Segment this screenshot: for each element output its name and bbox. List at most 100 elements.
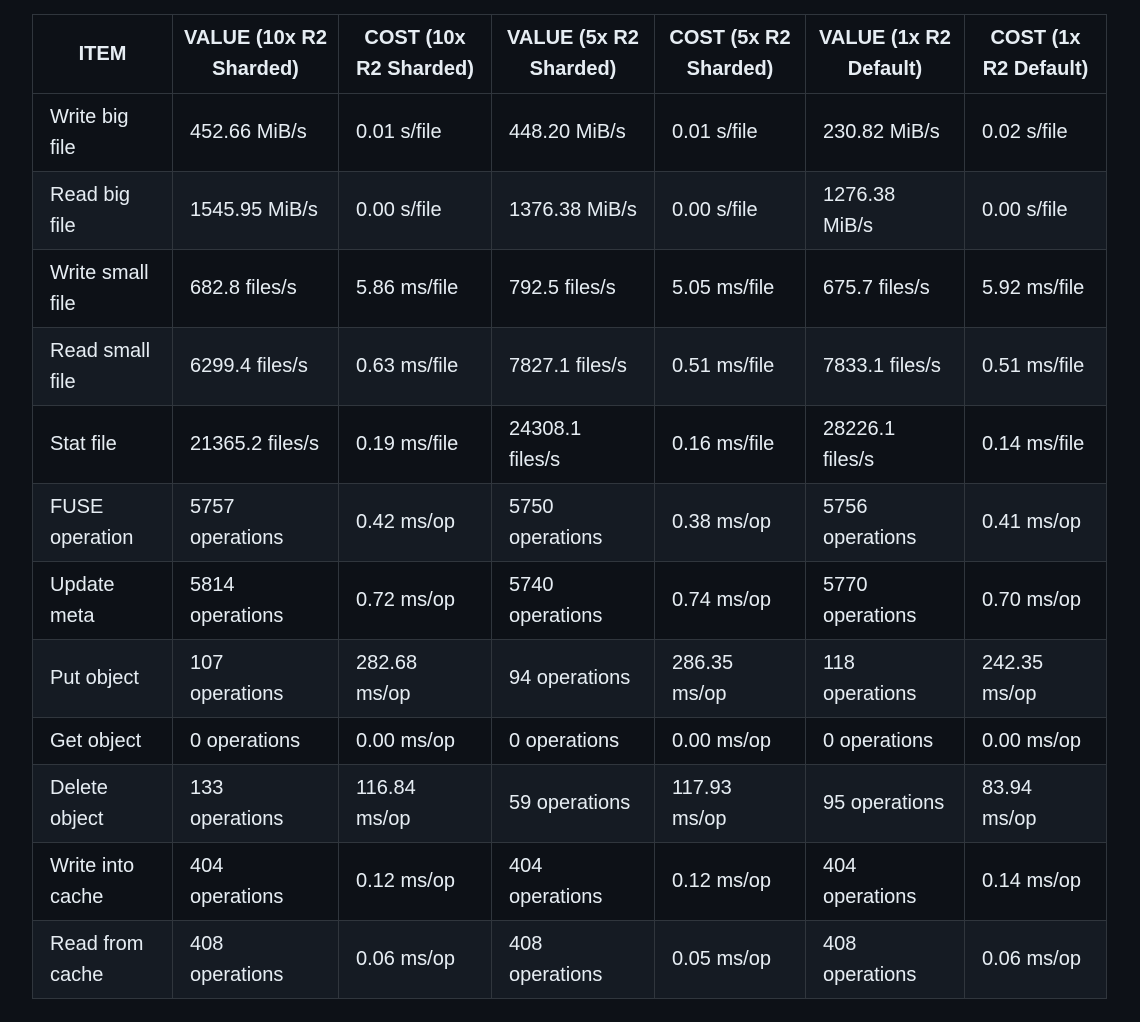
- table-cell-value-5x: 448.20 MiB/s: [491, 93, 655, 172]
- table-row: Write small file 682.8 files/s 5.86 ms/fil…: [32, 249, 1107, 328]
- table-cell-cost-1x: 5.92 ms/file: [964, 249, 1107, 328]
- table-cell-value-1x: 675.7 files/s: [805, 249, 965, 328]
- table-cell-value-10x: 404 operations: [172, 842, 339, 921]
- table-cell-value-1x: 118 operations: [805, 639, 965, 718]
- table-cell-value-1x: 95 operations: [805, 764, 965, 843]
- table-cell-cost-5x: 0.01 s/file: [654, 93, 806, 172]
- table-cell-value-5x: 792.5 files/s: [491, 249, 655, 328]
- table-cell-value-10x: 0 operations: [172, 717, 339, 765]
- table-cell-value-5x: 1376.38 MiB/s: [491, 171, 655, 250]
- table-cell-value-10x: 21365.2 files/s: [172, 405, 339, 484]
- table-row: Read small file 6299.4 files/s 0.63 ms/fil…: [32, 327, 1107, 406]
- table-row: Get object 0 operations 0.00 ms/op 0 operat…: [32, 717, 1107, 765]
- table-cell-item: Put object: [32, 639, 173, 718]
- table-cell-cost-10x: 282.68 ms/op: [338, 639, 492, 718]
- table-cell-cost-10x: 0.00 ms/op: [338, 717, 492, 765]
- table-row: Write big file 452.66 MiB/s 0.01 s/file 448…: [32, 93, 1107, 172]
- table-row: Stat file 21365.2 files/s 0.19 ms/file 2430…: [32, 405, 1107, 484]
- table-cell-cost-5x: 0.51 ms/file: [654, 327, 806, 406]
- table-cell-value-10x: 5757 operations: [172, 483, 339, 562]
- table-cell-cost-5x: 0.16 ms/file: [654, 405, 806, 484]
- table-cell-cost-1x: 0.00 ms/op: [964, 717, 1107, 765]
- table-cell-value-1x: 408 operations: [805, 920, 965, 999]
- table-cell-value-1x: 5770 operations: [805, 561, 965, 640]
- table-cell-cost-1x: 0.14 ms/op: [964, 842, 1107, 921]
- column-header-cost-10x: COST (10x R2 Sharded): [338, 14, 492, 94]
- table-cell-cost-5x: 286.35 ms/op: [654, 639, 806, 718]
- table-cell-cost-10x: 0.19 ms/file: [338, 405, 492, 484]
- table-cell-value-10x: 408 operations: [172, 920, 339, 999]
- table-cell-cost-1x: 83.94 ms/op: [964, 764, 1107, 843]
- benchmark-table-container: ITEM VALUE (10x R2 Sharded) COST (10x R2 S…: [32, 14, 1107, 999]
- header-row: ITEM VALUE (10x R2 Sharded) COST (10x R2 S…: [32, 14, 1107, 94]
- table-cell-cost-1x: 0.14 ms/file: [964, 405, 1107, 484]
- table-cell-item: Write small file: [32, 249, 173, 328]
- table-row: Delete object 133 operations 116.84 ms/op 5…: [32, 764, 1107, 843]
- table-cell-value-5x: 5750 operations: [491, 483, 655, 562]
- table-row: FUSE operation 5757 operations 0.42 ms/op 5…: [32, 483, 1107, 562]
- table-cell-cost-10x: 5.86 ms/file: [338, 249, 492, 328]
- table-cell-item: Get object: [32, 717, 173, 765]
- table-cell-item: Read big file: [32, 171, 173, 250]
- table-cell-value-10x: 107 operations: [172, 639, 339, 718]
- table-cell-cost-5x: 0.00 s/file: [654, 171, 806, 250]
- table-cell-cost-5x: 117.93 ms/op: [654, 764, 806, 843]
- table-cell-value-5x: 0 operations: [491, 717, 655, 765]
- table-cell-cost-10x: 0.72 ms/op: [338, 561, 492, 640]
- table-row: Update meta 5814 operations 0.72 ms/op 5740…: [32, 561, 1107, 640]
- table-cell-item: Read from cache: [32, 920, 173, 999]
- table-cell-value-10x: 133 operations: [172, 764, 339, 843]
- table-cell-cost-10x: 0.01 s/file: [338, 93, 492, 172]
- table-cell-cost-5x: 0.00 ms/op: [654, 717, 806, 765]
- table-cell-cost-10x: 0.00 s/file: [338, 171, 492, 250]
- benchmark-table: ITEM VALUE (10x R2 Sharded) COST (10x R2 S…: [32, 14, 1107, 999]
- table-cell-item: Write big file: [32, 93, 173, 172]
- table-cell-item: Update meta: [32, 561, 173, 640]
- table-cell-value-5x: 5740 operations: [491, 561, 655, 640]
- table-row: Read from cache 408 operations 0.06 ms/op 4…: [32, 920, 1107, 999]
- table-cell-cost-1x: 0.02 s/file: [964, 93, 1107, 172]
- column-header-value-10x: VALUE (10x R2 Sharded): [172, 14, 339, 94]
- table-cell-value-1x: 404 operations: [805, 842, 965, 921]
- table-cell-cost-5x: 0.74 ms/op: [654, 561, 806, 640]
- table-cell-cost-10x: 0.63 ms/file: [338, 327, 492, 406]
- table-cell-value-5x: 94 operations: [491, 639, 655, 718]
- table-cell-cost-1x: 242.35 ms/op: [964, 639, 1107, 718]
- table-cell-cost-1x: 0.51 ms/file: [964, 327, 1107, 406]
- table-cell-value-5x: 408 operations: [491, 920, 655, 999]
- table-cell-cost-10x: 116.84 ms/op: [338, 764, 492, 843]
- table-cell-cost-10x: 0.06 ms/op: [338, 920, 492, 999]
- table-cell-item: FUSE operation: [32, 483, 173, 562]
- table-cell-value-5x: 7827.1 files/s: [491, 327, 655, 406]
- table-cell-item: Delete object: [32, 764, 173, 843]
- table-cell-value-10x: 1545.95 MiB/s: [172, 171, 339, 250]
- table-cell-cost-5x: 0.05 ms/op: [654, 920, 806, 999]
- table-cell-value-1x: 1276.38 MiB/s: [805, 171, 965, 250]
- table-row: Write into cache 404 operations 0.12 ms/op…: [32, 842, 1107, 921]
- table-cell-value-1x: 7833.1 files/s: [805, 327, 965, 406]
- table-cell-value-5x: 404 operations: [491, 842, 655, 921]
- table-cell-item: Stat file: [32, 405, 173, 484]
- table-cell-cost-10x: 0.42 ms/op: [338, 483, 492, 562]
- column-header-value-5x: VALUE (5x R2 Sharded): [491, 14, 655, 94]
- table-cell-cost-5x: 0.38 ms/op: [654, 483, 806, 562]
- table-cell-value-1x: 230.82 MiB/s: [805, 93, 965, 172]
- table-row: Read big file 1545.95 MiB/s 0.00 s/file 137…: [32, 171, 1107, 250]
- table-cell-value-10x: 5814 operations: [172, 561, 339, 640]
- column-header-value-1x: VALUE (1x R2 Default): [805, 14, 965, 94]
- column-header-cost-5x: COST (5x R2 Sharded): [654, 14, 806, 94]
- table-cell-cost-1x: 0.06 ms/op: [964, 920, 1107, 999]
- table-row: Put object 107 operations 282.68 ms/op 94 o…: [32, 639, 1107, 718]
- column-header-cost-1x: COST (1x R2 Default): [964, 14, 1107, 94]
- table-cell-cost-10x: 0.12 ms/op: [338, 842, 492, 921]
- table-cell-cost-5x: 5.05 ms/file: [654, 249, 806, 328]
- table-cell-value-1x: 28226.1 files/s: [805, 405, 965, 484]
- table-cell-cost-5x: 0.12 ms/op: [654, 842, 806, 921]
- table-cell-value-5x: 59 operations: [491, 764, 655, 843]
- table-cell-value-10x: 682.8 files/s: [172, 249, 339, 328]
- table-cell-cost-1x: 0.70 ms/op: [964, 561, 1107, 640]
- table-cell-value-10x: 452.66 MiB/s: [172, 93, 339, 172]
- table-cell-value-1x: 5756 operations: [805, 483, 965, 562]
- table-cell-item: Write into cache: [32, 842, 173, 921]
- table-cell-cost-1x: 0.00 s/file: [964, 171, 1107, 250]
